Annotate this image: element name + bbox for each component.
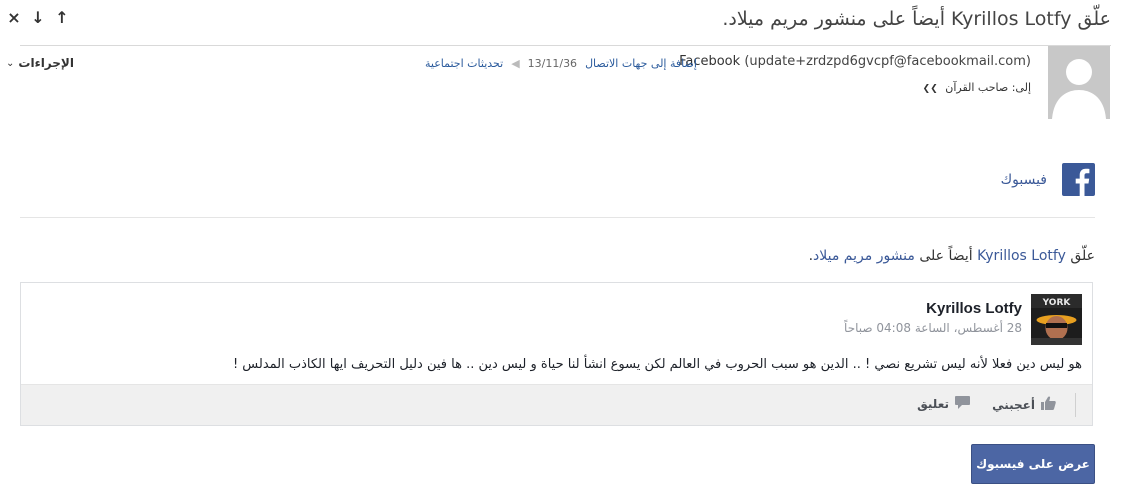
like-label: أعجبني (992, 397, 1035, 412)
arrow-down-icon[interactable]: ↓ (30, 8, 46, 27)
sender-avatar (1048, 46, 1110, 119)
sender-email: (update+zrdzpd6gvcpf@facebookmail.com) (744, 54, 1031, 69)
message-date: 13/11/36 (527, 57, 578, 70)
default-person-icon (1048, 46, 1110, 119)
sender-info: Facebook (update+zrdzpd6gvcpf@facebookma… (673, 54, 1031, 69)
brand-name[interactable]: فيسبوك (1001, 172, 1047, 188)
flag-icon[interactable]: ◀ (511, 57, 519, 70)
notification-text: علّق Kyrillos Lotfy أيضاً على منشور مريم… (808, 248, 1095, 264)
recipients-line[interactable]: إلى: صاحب القرآن ❯❯ (923, 81, 1031, 94)
section-divider (20, 217, 1095, 218)
arrow-up-icon[interactable]: ↑ (54, 8, 70, 27)
comment-bubble-icon (955, 396, 970, 412)
chevron-down-icon[interactable]: ❯❯ (923, 84, 938, 94)
notification-author-link[interactable]: Kyrillos Lotfy (977, 248, 1066, 264)
message-meta: إضافة إلى جهات الاتصال 13/11/36 ◀ تحديثا… (425, 57, 697, 70)
facebook-logo-icon[interactable] (1062, 163, 1095, 196)
actions-menu[interactable]: الإجراءات ⌄ (6, 56, 74, 70)
comment-label: تعليق (917, 397, 949, 411)
chevron-down-icon: ⌄ (6, 57, 15, 69)
comment-author[interactable]: Kyrillos Lotfy (926, 300, 1022, 317)
close-icon[interactable]: × (6, 8, 22, 27)
comment-card: YORK Kyrillos Lotfy 28 أغسطس، الساعة 04:… (20, 282, 1093, 426)
add-contact-link[interactable]: إضافة إلى جهات الاتصال (585, 57, 697, 70)
author-thumbnail[interactable]: YORK (1031, 294, 1082, 345)
category-link[interactable]: تحديثات اجتماعية (425, 57, 503, 70)
view-on-facebook-button[interactable]: عرض على فيسبوك (971, 444, 1095, 484)
recipients-label: إلى: صاحب القرآن (945, 81, 1031, 94)
email-subject: علّق Kyrillos Lotfy أيضاً على منشور مريم… (722, 8, 1111, 30)
comment-action-bar: أعجبني تعليق (21, 384, 1092, 425)
comment-text: هو ليس دين فعلا لأنه ليس تشريع نصي ! .. … (232, 357, 1082, 372)
svg-text:YORK: YORK (1042, 298, 1072, 308)
like-button[interactable]: أعجبني (992, 396, 1056, 413)
header-divider (20, 45, 1111, 46)
notification-post-link[interactable]: منشور مريم ميلاد (813, 248, 915, 264)
comment-date[interactable]: 28 أغسطس، الساعة 04:08 صباحاً (844, 321, 1022, 335)
message-nav: × ↓ ↑ (6, 8, 70, 27)
comment-button[interactable]: تعليق (917, 396, 970, 412)
bar-divider (1075, 393, 1076, 417)
actions-label: الإجراءات (18, 56, 74, 70)
thumbs-up-icon (1041, 396, 1056, 413)
